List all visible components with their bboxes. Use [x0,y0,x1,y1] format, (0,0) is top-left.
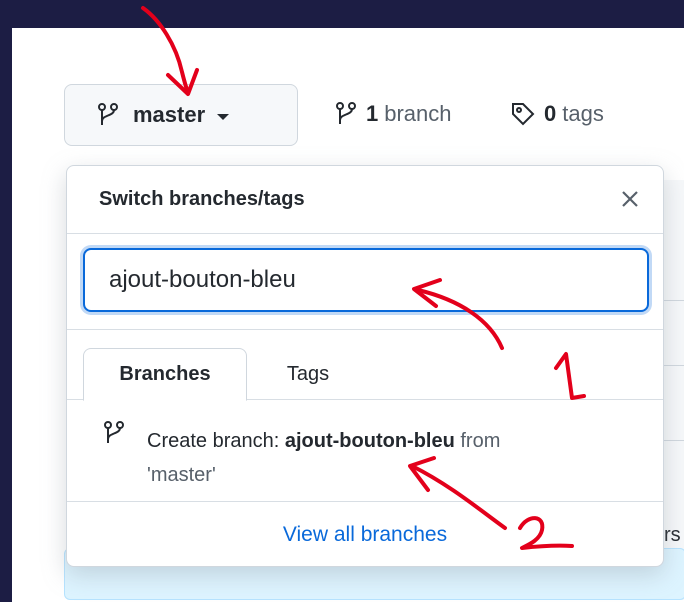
create-branch-item[interactable]: Create branch: ajout-bouton-bleu from 'm… [67,400,663,502]
branch-select-button[interactable]: master [64,84,298,146]
tags-count: 0 [544,101,557,126]
view-all-branches-link[interactable]: View all branches [283,523,447,547]
git-branch-icon [104,421,124,443]
background-partial-text: rs [664,524,681,546]
branches-count-link[interactable]: 1 branch [334,96,452,132]
create-branch-text: Create branch: ajout-bouton-bleu from 'm… [147,424,607,492]
branches-label: branch [384,101,452,126]
create-branch-from: from [454,430,501,452]
current-branch-label: master [133,102,206,127]
branch-switcher-dropdown: Switch branches/tags Branches Tags Creat… [66,165,664,567]
dropdown-title: Switch branches/tags [99,188,305,210]
tab-tags[interactable]: Tags [263,348,353,400]
create-branch-source: 'master' [147,464,216,486]
git-branch-icon [336,102,356,124]
dropdown-tabs: Branches Tags [67,330,663,401]
dropdown-search-area [67,234,663,330]
dropdown-header: Switch branches/tags [67,166,663,234]
create-branch-prefix: Create branch: [147,430,285,452]
branch-search-input[interactable] [83,248,649,312]
dropdown-footer: View all branches [67,502,663,566]
chevron-down-icon [217,113,230,120]
tags-count-link[interactable]: 0 tags [510,96,604,132]
create-branch-name: ajout-bouton-bleu [284,430,455,452]
tab-branches[interactable]: Branches [83,348,247,401]
git-branch-icon [98,103,118,125]
close-icon[interactable] [615,184,645,214]
branches-count: 1 [366,101,379,126]
tag-icon [512,103,535,126]
tags-label: tags [562,101,604,126]
